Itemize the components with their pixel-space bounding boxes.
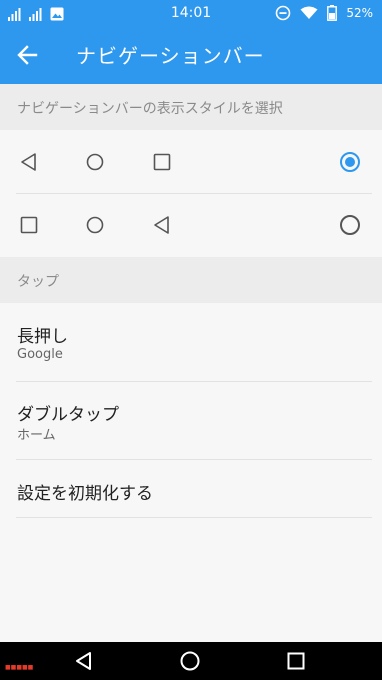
double-tap-title: ダブルタップ [17,405,119,425]
divider [16,517,372,518]
app-bar: ナビゲーションバー [0,26,382,84]
long-press-title: 長押し [17,327,68,347]
logo-watermark: ■■■■■ [5,664,34,671]
double-tap-value: ホーム [17,428,56,443]
home-circle-icon[interactable] [179,650,201,672]
section-header-tap: タップ [0,257,382,303]
recents-square-icon[interactable] [285,650,307,672]
back-triangle-icon [21,153,36,171]
arrow-left-icon [17,45,38,65]
section-header-style: ナビゲーションバーの表示スタイルを選択 [0,84,382,130]
system-nav-bar: ■■■■■ [0,642,382,680]
status-bar: 14:01 52% [0,0,382,26]
recents-square-icon [20,216,38,234]
page-title: ナビゲーションバー [76,44,265,68]
do-not-disturb-icon [276,5,291,21]
radio-unselected[interactable] [339,214,361,236]
nav-style-option-1[interactable] [0,131,382,193]
nav-style-option-2[interactable] [0,194,382,256]
radio-selected[interactable] [339,151,361,173]
section-header-tap-label: タップ [17,274,59,290]
reset-settings-item[interactable]: 設定を初期化する [0,460,382,517]
back-button[interactable] [12,41,42,69]
back-triangle-icon[interactable] [73,650,95,672]
back-triangle-icon [154,216,169,234]
wifi-icon [300,6,318,19]
battery-icon [327,5,338,21]
long-press-setting[interactable]: 長押し Google [0,303,382,381]
battery-percent: 52% [346,6,373,20]
section-header-style-label: ナビゲーションバーの表示スタイルを選択 [17,101,283,117]
long-press-value: Google [17,347,63,362]
reset-settings-title: 設定を初期化する [17,484,153,504]
home-circle-icon [86,153,104,171]
status-right-icons: 52% [275,4,373,22]
double-tap-setting[interactable]: ダブルタップ ホーム [0,382,382,459]
home-circle-icon [86,216,104,234]
recents-square-icon [153,153,171,171]
